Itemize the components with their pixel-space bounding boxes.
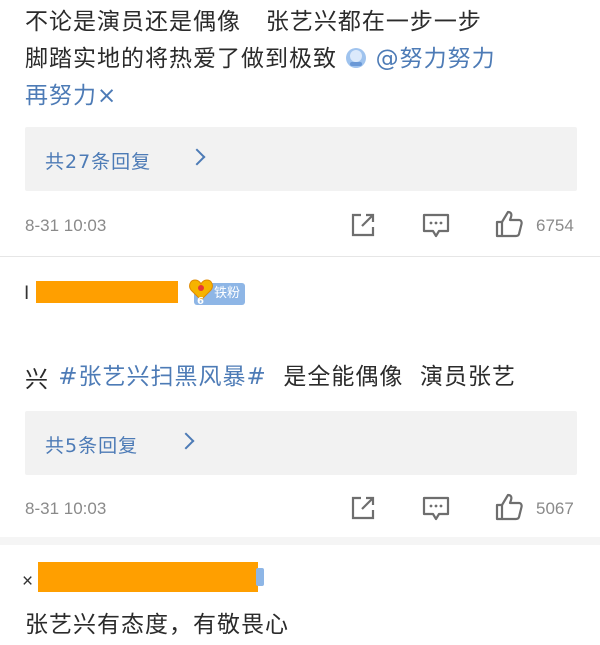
hashtag-link[interactable]: #张艺兴扫黑风暴#	[58, 364, 267, 390]
comment-2-text-line-2: 兴	[25, 367, 49, 393]
comment-1-text-plain: 脚踏实地的将热爱了做到极致	[25, 46, 337, 72]
thumbs-up-icon[interactable]	[494, 209, 524, 239]
username-visible-fragment[interactable]: ×	[22, 571, 33, 593]
comment-1-text-line-2: 脚踏实地的将热爱了做到极致 @努力努力	[25, 41, 496, 78]
comment-timestamp: 8-31 10:03	[25, 216, 107, 235]
redacted-username	[38, 562, 258, 592]
like-count: 5067	[536, 499, 574, 518]
comment-timestamp: 8-31 10:03	[25, 499, 107, 518]
share-icon[interactable]	[348, 493, 378, 523]
mention-link[interactable]: @努力努力	[376, 46, 496, 72]
badge-level: 6	[197, 296, 204, 307]
section-divider	[0, 537, 600, 545]
chevron-right-icon	[188, 148, 206, 166]
comment-icon[interactable]	[421, 211, 451, 241]
mention-link-continued[interactable]: 再努力×	[25, 78, 117, 115]
redacted-username	[36, 281, 178, 303]
reply-count-label[interactable]: 共27条回复	[45, 147, 151, 174]
divider	[0, 256, 600, 257]
comment-icon[interactable]	[421, 494, 451, 524]
reply-count-label[interactable]: 共5条回复	[45, 431, 138, 458]
fan-badge-partial	[256, 568, 264, 586]
thumbs-up-icon[interactable]	[494, 492, 524, 522]
reply-summary-box[interactable]: 共27条回复	[25, 127, 577, 191]
comment-2-text: 是全能偶像 演员张艺	[266, 364, 517, 390]
share-icon[interactable]	[348, 210, 378, 240]
username-visible-fragment[interactable]: I	[24, 283, 29, 305]
chevron-right-icon	[177, 432, 195, 450]
comment-3-text: 张艺兴有态度，有敬畏心	[25, 612, 289, 638]
badge-label: 铁粉	[214, 286, 241, 301]
emoji-icon	[345, 44, 367, 68]
comment-1-text-line-1: 不论是演员还是偶像 张艺兴都在一步一步	[25, 9, 482, 35]
fan-badge: 6 铁粉	[189, 279, 246, 307]
reply-summary-box[interactable]: 共5条回复	[25, 411, 577, 475]
like-count: 6754	[536, 216, 574, 235]
